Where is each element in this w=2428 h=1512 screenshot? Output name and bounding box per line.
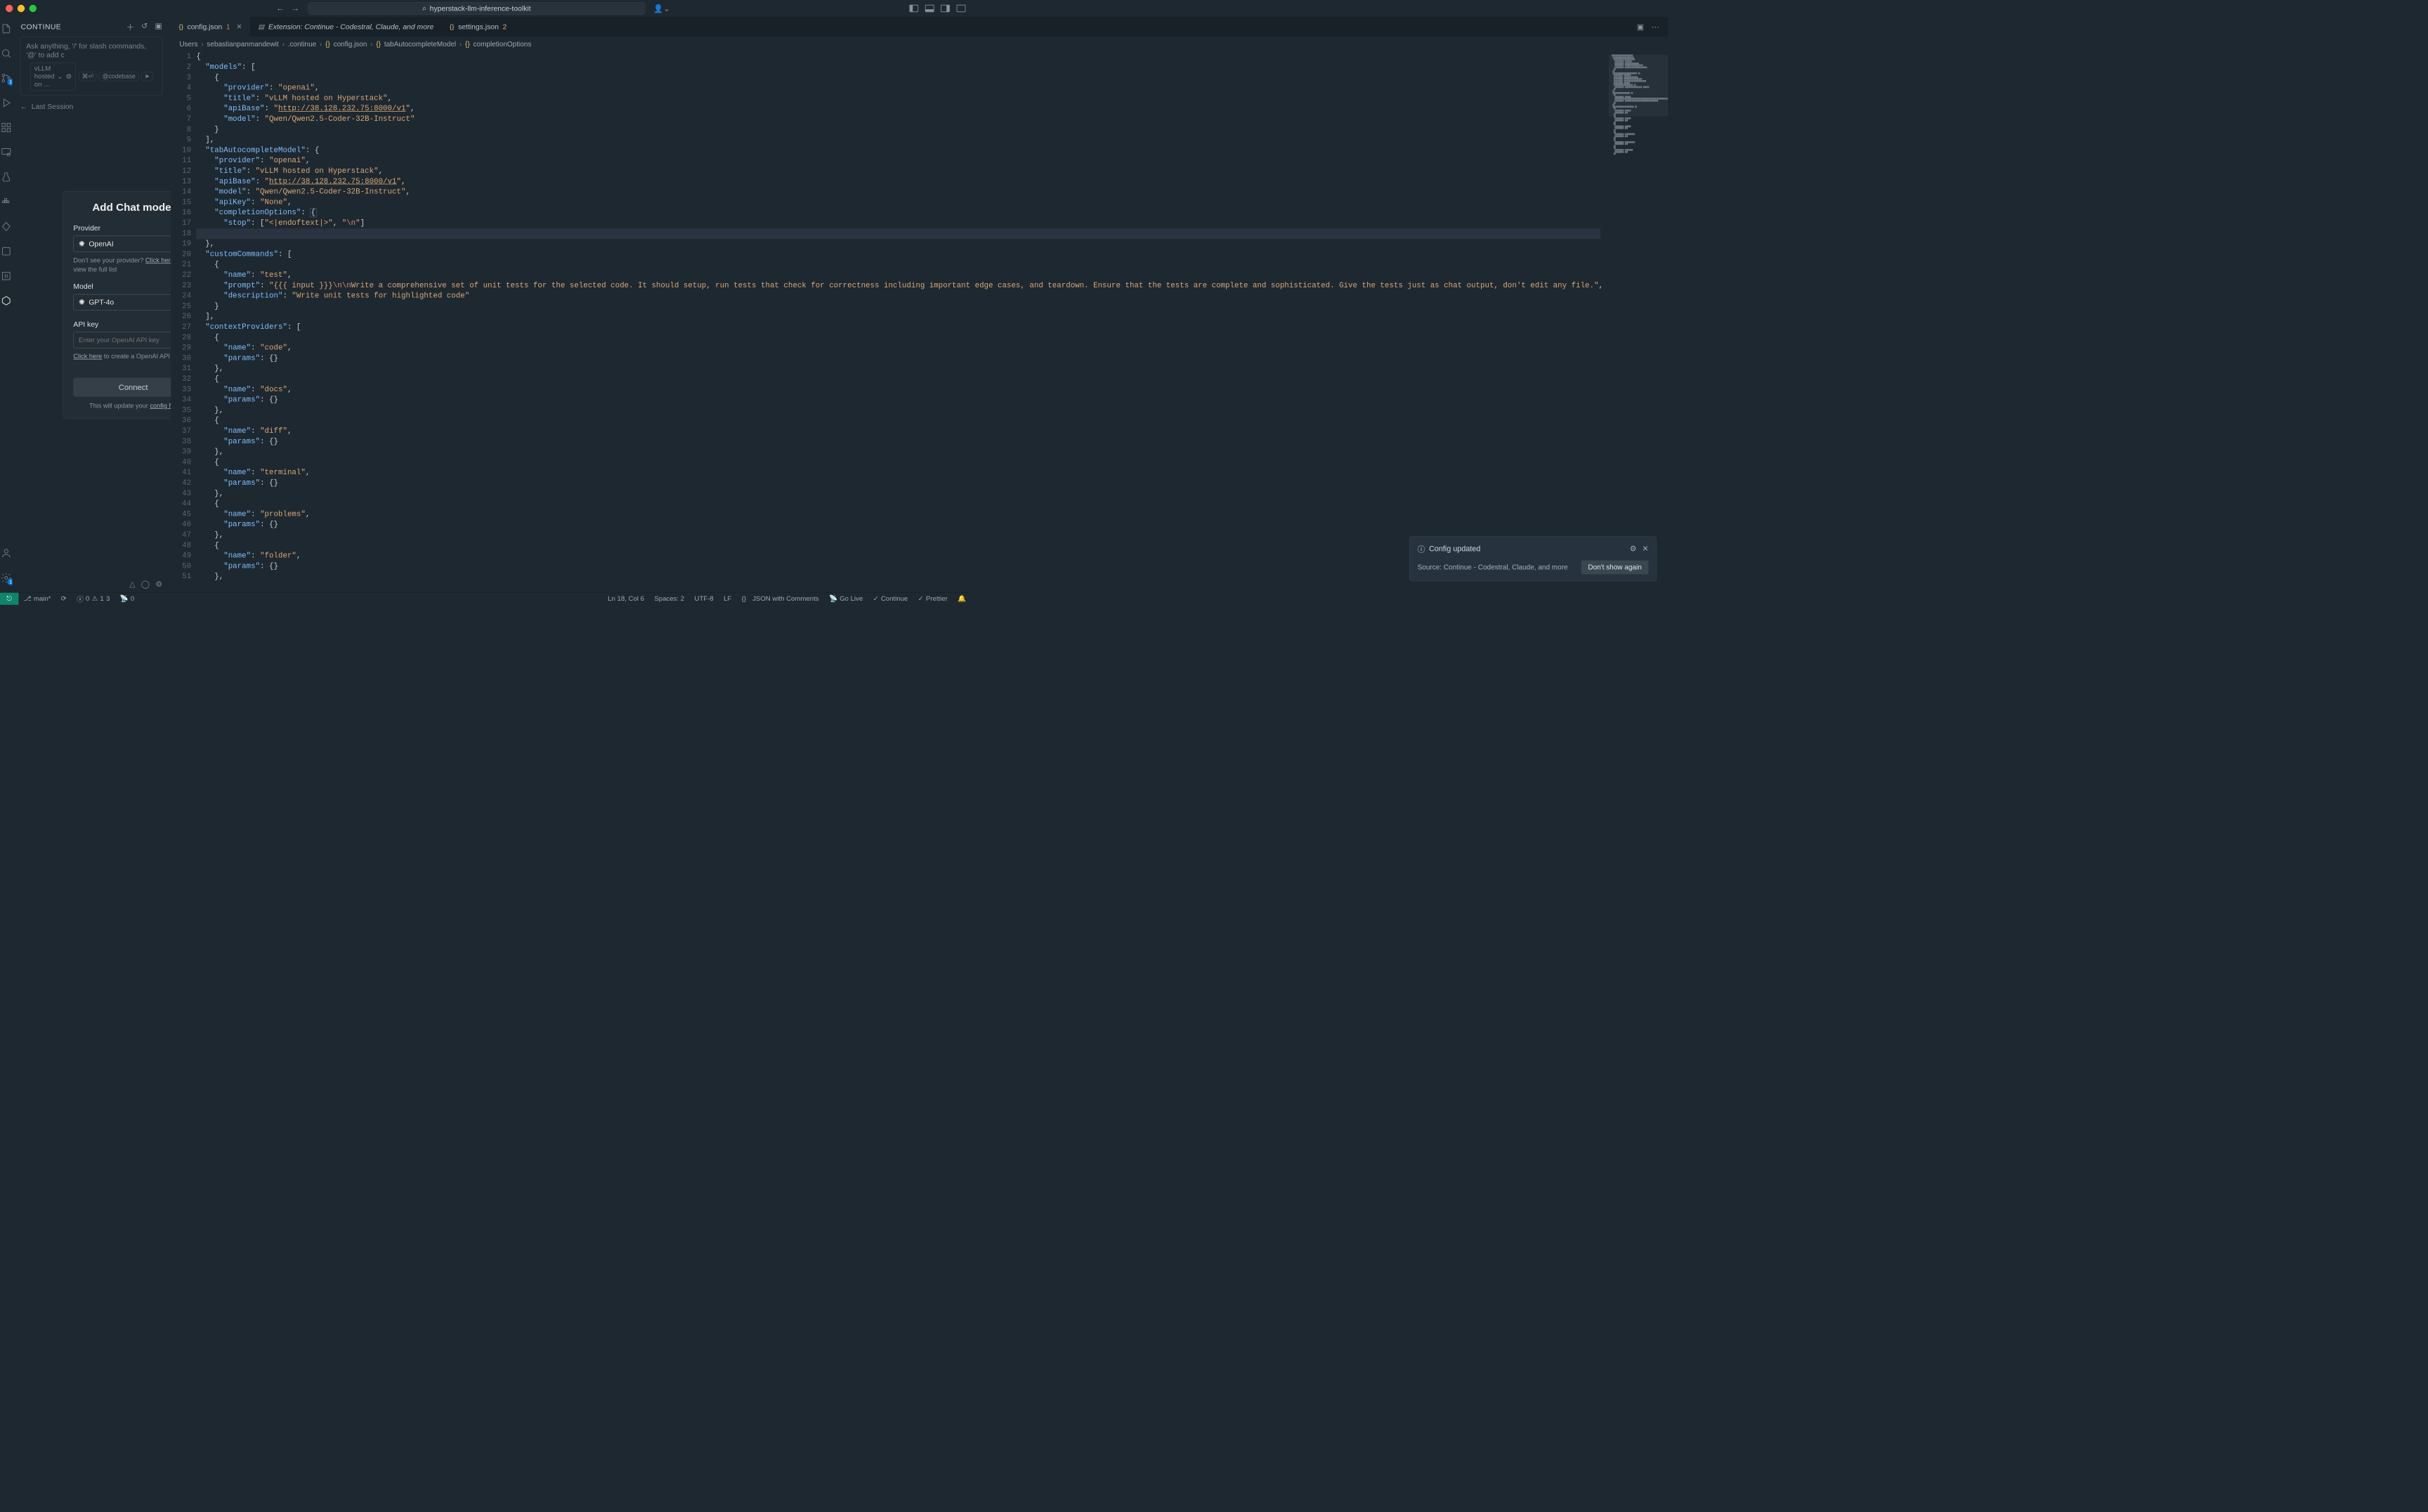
sidebar-header: CONTINUE ＋ ↺ ▣ bbox=[13, 17, 171, 37]
notifications-icon[interactable]: 🔔 bbox=[953, 594, 971, 603]
testing-icon[interactable] bbox=[0, 171, 13, 183]
radio-icon: 📡 bbox=[120, 594, 129, 603]
code-content[interactable]: { "models": [ { "provider": "openai", "t… bbox=[196, 52, 1609, 593]
git-branch[interactable]: ⎇main* bbox=[18, 594, 56, 603]
search-text: hyperstack-llm-inference-toolkit bbox=[430, 4, 531, 13]
remote-explorer-icon[interactable] bbox=[0, 146, 13, 159]
help-icon[interactable]: ◯ bbox=[141, 580, 150, 589]
gitlens-icon[interactable] bbox=[0, 221, 13, 233]
toast-title: Config updated bbox=[1429, 545, 1480, 553]
nav-forward-icon[interactable]: → bbox=[291, 4, 299, 13]
provider-help-link[interactable]: Click here bbox=[145, 256, 174, 263]
toggle-primary-sidebar-icon[interactable] bbox=[909, 5, 918, 12]
status-bar: ⎋ ⎇main* ⟳ ⓧ0 ⚠1 3 📡0 Ln 18, Col 6 Space… bbox=[0, 592, 971, 605]
source-control-icon[interactable]: 1 bbox=[0, 72, 13, 84]
gear-icon[interactable]: ⚙ bbox=[155, 580, 162, 589]
search-bar-icon[interactable] bbox=[0, 47, 13, 60]
indentation[interactable]: Spaces: 2 bbox=[649, 594, 689, 603]
sidebar-extra-icon[interactable] bbox=[0, 270, 13, 282]
shortcut-chip: ⌘⏎ bbox=[79, 72, 96, 81]
encoding[interactable]: UTF-8 bbox=[689, 594, 719, 603]
nav-back-icon[interactable]: ← bbox=[276, 4, 285, 13]
accounts-icon[interactable] bbox=[0, 547, 13, 559]
close-icon[interactable]: ✕ bbox=[1642, 545, 1648, 553]
tab-extension[interactable]: ▤ Extension: Continue - Codestral, Claud… bbox=[250, 17, 442, 37]
gear-icon[interactable]: ⚙ bbox=[1630, 545, 1637, 553]
warning-icon[interactable]: △ bbox=[129, 580, 136, 589]
dont-show-again-button[interactable]: Don't show again bbox=[1581, 561, 1649, 575]
toggle-pane-icon[interactable]: ▣ bbox=[155, 21, 162, 32]
codebase-chip[interactable]: @codebase bbox=[99, 72, 138, 81]
history-icon[interactable]: ↺ bbox=[141, 21, 148, 32]
run-debug-icon[interactable] bbox=[0, 97, 13, 110]
sync-icon[interactable]: ⟳ bbox=[56, 594, 72, 603]
minimap[interactable]: █████████████████████ ██████████████████… bbox=[1609, 52, 1668, 593]
json-icon: {} bbox=[179, 22, 183, 30]
new-chat-icon[interactable]: ＋ bbox=[126, 21, 135, 32]
notification-toast: ⓘ Config updated ⚙ ✕ Source: Continue - … bbox=[1409, 536, 1657, 581]
language-mode[interactable]: {} JSON with Comments bbox=[736, 594, 823, 603]
go-live[interactable]: 📡Go Live bbox=[824, 594, 868, 603]
prettier-status[interactable]: ✓ Prettier bbox=[913, 594, 953, 603]
tab-settings-json[interactable]: {} settings.json 2 bbox=[442, 17, 515, 37]
cursor-position[interactable]: Ln 18, Col 6 bbox=[603, 594, 649, 603]
explorer-icon[interactable] bbox=[0, 22, 13, 35]
search-icon: ⌕ bbox=[422, 4, 426, 13]
branch-icon: ⎇ bbox=[24, 594, 32, 603]
chat-input[interactable]: Ask anything, '/' for slash commands, '@… bbox=[20, 37, 163, 96]
json-icon: {} bbox=[450, 22, 454, 30]
apikey-help-link[interactable]: Click here bbox=[73, 353, 102, 360]
gear-icon[interactable]: ⚙ bbox=[66, 72, 72, 81]
activity-bar: 1 bbox=[0, 17, 13, 592]
toggle-panel-icon[interactable] bbox=[925, 5, 934, 12]
extension-icon: ▤ bbox=[258, 22, 264, 31]
code-editor[interactable]: 1234567891011121314151617181920212223242… bbox=[171, 52, 1668, 593]
arrow-left-icon: ← bbox=[20, 103, 27, 111]
layout-controls bbox=[909, 5, 965, 12]
window-controls bbox=[6, 5, 37, 12]
sidebar: CONTINUE ＋ ↺ ▣ Ask anything, '/' for sla… bbox=[13, 17, 171, 592]
command-center-search[interactable]: ⌕ hyperstack-llm-inference-toolkit bbox=[308, 2, 645, 15]
maximize-window-icon[interactable] bbox=[30, 5, 37, 12]
more-icon[interactable]: ⋯ bbox=[1652, 22, 1659, 31]
ports-status[interactable]: 📡0 bbox=[115, 594, 139, 603]
breadcrumb[interactable]: Users› sebastianpanmandewit› .continue› … bbox=[171, 37, 1668, 52]
problems-status[interactable]: ⓧ0 ⚠1 3 bbox=[72, 594, 115, 604]
broadcast-icon: 📡 bbox=[829, 594, 837, 603]
editor-tabs: {} config.json 1 ✕ ▤ Extension: Continue… bbox=[171, 17, 1668, 37]
settings-gear-icon[interactable]: 1 bbox=[0, 572, 13, 585]
send-icon[interactable]: ➤ bbox=[141, 72, 152, 81]
toggle-secondary-sidebar-icon[interactable] bbox=[941, 5, 950, 12]
chat-context-row: vLLM hosted on …⌄ ⚙ ⌘⏎ @codebase ➤ bbox=[26, 63, 157, 90]
chat-placeholder: Ask anything, '/' for slash commands, '@… bbox=[26, 42, 146, 59]
database-icon[interactable] bbox=[0, 245, 13, 258]
sidebar-footer: △ ◯ ⚙ bbox=[13, 575, 171, 592]
copilot-icon[interactable]: 👤⌄ bbox=[653, 4, 670, 13]
close-icon[interactable]: ✕ bbox=[236, 22, 242, 31]
close-window-icon[interactable] bbox=[6, 5, 13, 12]
extensions-icon[interactable] bbox=[0, 122, 13, 134]
openai-logo-icon: ✺ bbox=[79, 240, 85, 248]
remote-indicator[interactable]: ⎋ bbox=[0, 593, 18, 605]
model-selector[interactable]: vLLM hosted on …⌄ ⚙ bbox=[31, 63, 76, 90]
nav-arrows: ← → bbox=[276, 4, 300, 13]
line-gutter: 1234567891011121314151617181920212223242… bbox=[171, 52, 196, 593]
openai-logo-icon: ✺ bbox=[79, 298, 85, 306]
eol[interactable]: LF bbox=[719, 594, 737, 603]
tab-config-json[interactable]: {} config.json 1 ✕ bbox=[171, 17, 250, 37]
info-icon: ⓘ bbox=[1418, 543, 1425, 554]
split-editor-icon[interactable]: ▣ bbox=[1637, 22, 1645, 31]
title-bar: ← → ⌕ hyperstack-llm-inference-toolkit 👤… bbox=[0, 0, 971, 17]
toast-source: Source: Continue - Codestral, Claude, an… bbox=[1418, 563, 1568, 572]
docker-icon[interactable] bbox=[0, 195, 13, 208]
minimize-window-icon[interactable] bbox=[18, 5, 25, 12]
continue-icon[interactable] bbox=[0, 294, 13, 307]
last-session-link[interactable]: ← Last Session bbox=[20, 103, 163, 111]
sidebar-title: CONTINUE bbox=[21, 22, 62, 31]
customize-layout-icon[interactable] bbox=[957, 5, 966, 12]
editor-area: {} config.json 1 ✕ ▤ Extension: Continue… bbox=[171, 17, 1668, 592]
continue-status[interactable]: ✓ Continue bbox=[868, 594, 913, 603]
